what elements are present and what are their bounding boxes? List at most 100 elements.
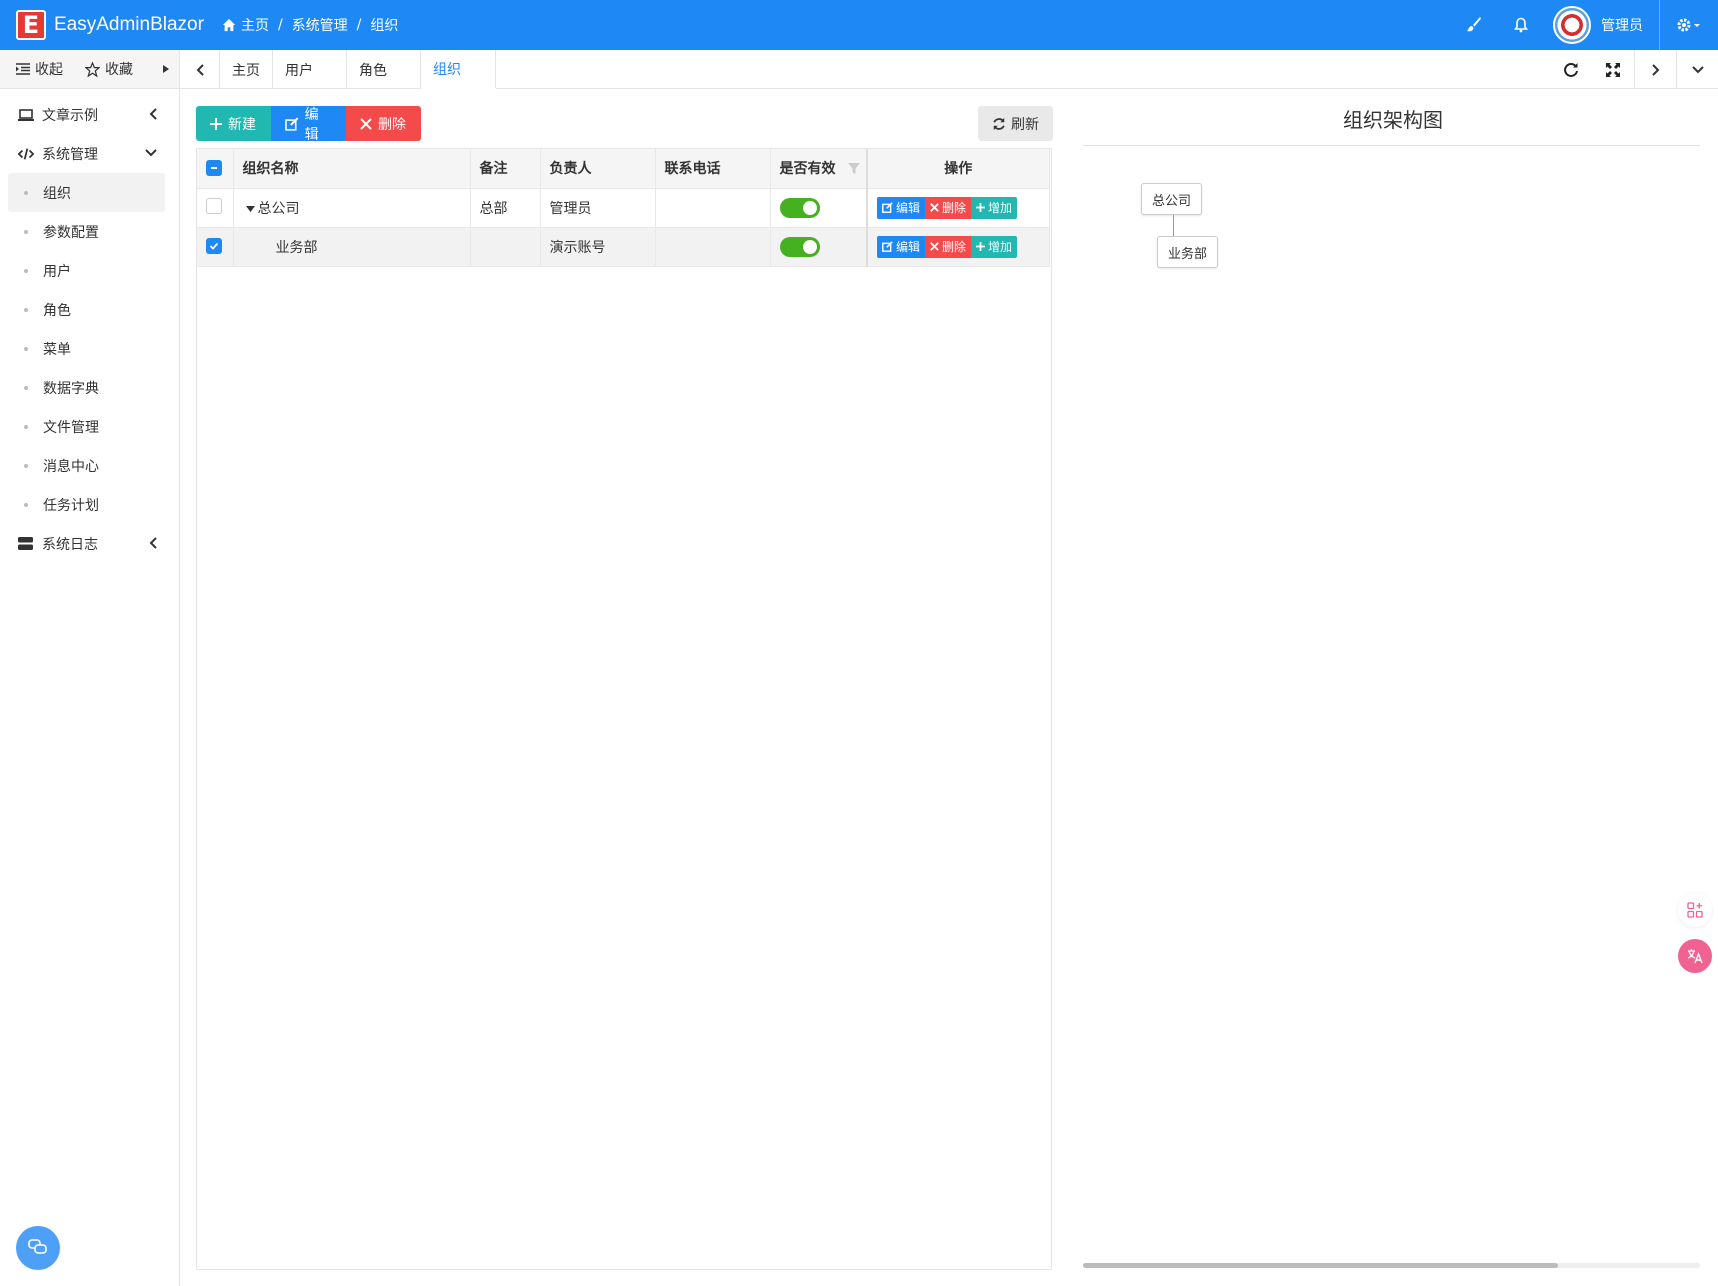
server-icon [18,536,34,552]
menu-item-system[interactable]: 系统管理 [0,134,179,173]
chevron-left-icon [149,108,157,120]
plus-icon [976,242,986,251]
col-header-owner[interactable]: 负责人 [540,149,656,189]
col-header-phone[interactable]: 联系电话 [655,149,771,189]
menu-item-logs[interactable]: 系统日志 [0,524,179,563]
tab-roles[interactable]: 角色 [347,50,421,89]
table-row[interactable]: 总公司 总部 管理员 编辑 删除 增加 [197,188,1050,228]
col-header-name[interactable]: 组织名称 [233,149,471,189]
cell-note: 总部 [470,188,541,228]
row-edit-button[interactable]: 编辑 [877,235,926,258]
submenu-item-params[interactable]: 参数配置 [0,212,179,251]
row-checkbox[interactable] [206,197,222,214]
row-add-button[interactable]: 增加 [971,235,1018,258]
user-avatar[interactable] [1553,6,1591,44]
plus-icon [976,203,986,212]
row-add-label: 增加 [988,201,1013,215]
submenu-item-messages[interactable]: 消息中心 [0,446,179,485]
sync-icon [993,117,1005,130]
delete-button[interactable]: 删除 [346,106,421,141]
translate-icon[interactable] [1678,939,1712,973]
col-header-actions: 操作 [866,149,1050,189]
breadcrumb-home[interactable]: 主页 [241,15,269,35]
submenu-item-users[interactable]: 用户 [0,251,179,290]
bell-icon[interactable] [1497,0,1545,50]
row-delete-label: 删除 [942,240,967,254]
tab-org[interactable]: 组织 [421,50,496,89]
delete-label: 删除 [378,116,406,133]
toolbar-button-group: 新建 编辑 删除 [196,106,421,143]
theme-brush-icon[interactable] [1449,0,1497,50]
active-toggle[interactable] [779,236,820,257]
cell-owner: 演示账号 [540,227,656,267]
bullet-dot [24,190,28,195]
user-name[interactable]: 管理员 [1601,15,1643,35]
row-add-button[interactable]: 增加 [971,196,1018,219]
app-title[interactable]: EasyAdminBlazor [54,14,204,36]
widgets-icon[interactable] [1678,893,1712,927]
breadcrumb-sep: / [356,17,362,33]
caret-right-icon[interactable] [163,61,169,77]
menu-label: 系统管理 [42,146,98,163]
submenu-item-roles[interactable]: 角色 [0,290,179,329]
tab-home[interactable]: 主页 [220,50,273,89]
row-checkbox[interactable] [206,238,222,254]
bullet-dot [24,463,28,468]
edit-label: 编辑 [304,106,319,143]
scrollbar-thumb[interactable] [1083,1263,1558,1268]
row-delete-button[interactable]: 删除 [925,196,972,219]
org-chart-title: 组织架构图 [1343,108,1443,132]
submenu-label: 任务计划 [43,497,99,514]
tab-scroll-right-icon[interactable] [1634,50,1676,89]
tab-menu-chevron-down-icon[interactable] [1676,50,1718,89]
fullscreen-icon[interactable] [1592,50,1634,89]
collapse-label: 收起 [35,62,63,78]
tab-label: 主页 [232,62,260,79]
laptop-icon [18,107,34,123]
app-logo[interactable]: E [16,10,46,40]
row-action-group: 编辑 删除 增加 [877,235,1040,258]
table-row[interactable]: 业务部 演示账号 编辑 删除 增加 [197,227,1050,267]
collapse-button[interactable]: 收起 [0,59,63,79]
row-add-label: 增加 [988,240,1013,254]
favorite-button[interactable]: 收藏 [63,59,133,79]
active-toggle[interactable] [779,197,820,218]
edit-button[interactable]: 编辑 [271,106,346,143]
bullet-dot [24,502,28,507]
row-select-cell [197,188,234,228]
tab-users[interactable]: 用户 [273,50,347,89]
breadcrumb-system[interactable]: 系统管理 [292,15,348,35]
row-edit-button[interactable]: 编辑 [877,196,926,219]
submenu-item-menus[interactable]: 菜单 [0,329,179,368]
submenu-label: 消息中心 [43,458,99,475]
submenu-label: 菜单 [43,341,71,358]
cell-active [770,188,868,228]
menu-item-articles[interactable]: 文章示例 [0,95,179,134]
org-connector [1173,215,1174,237]
submenu-item-org[interactable]: 组织 [8,173,165,212]
refresh-button[interactable]: 刷新 [978,106,1053,141]
submenu-item-files[interactable]: 文件管理 [0,407,179,446]
filter-icon[interactable] [848,163,860,175]
top-header: E EasyAdminBlazor 主页 / 系统管理 / 组织 管理员 [0,0,1718,50]
tab-scroll-left-icon[interactable] [180,50,220,89]
favorite-label: 收藏 [105,62,133,78]
select-all-checkbox[interactable] [206,159,222,176]
submenu-item-tasks[interactable]: 任务计划 [0,485,179,524]
org-node-root[interactable]: 总公司 [1141,183,1203,215]
org-node-child[interactable]: 业务部 [1157,236,1219,268]
col-header-active[interactable]: 是否有效 [770,149,868,189]
new-button[interactable]: 新建 [196,106,271,141]
indent-icon [16,63,30,75]
chevron-left-icon [149,537,157,549]
caret-down-icon[interactable] [245,205,255,212]
submenu-item-dict[interactable]: 数据字典 [0,368,179,407]
settings-gear-icon[interactable] [1660,0,1718,50]
menu-label: 系统日志 [42,536,98,553]
chat-icon[interactable] [16,1226,60,1270]
bullet-dot [24,424,28,429]
col-header-note[interactable]: 备注 [470,149,541,189]
reload-icon[interactable] [1550,50,1592,89]
row-delete-button[interactable]: 删除 [925,235,972,258]
org-table-container: 组织名称 备注 负责人 联系电话 是否有效 操作 总公司 总部 管理员 编辑 删… [196,148,1052,1270]
